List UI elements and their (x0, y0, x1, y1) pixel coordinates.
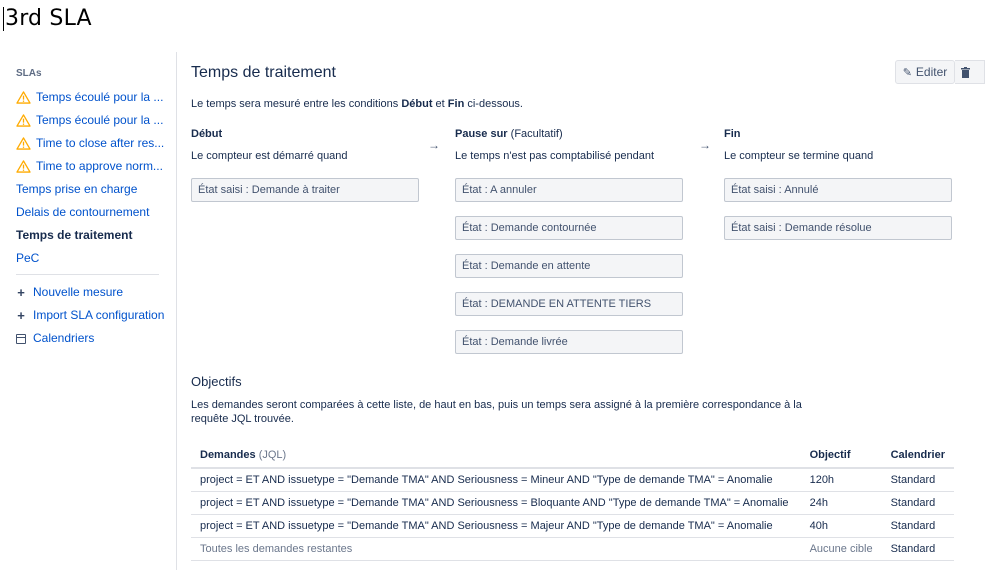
sidebar-item-sla-4[interactable]: Time to approve norm... (16, 155, 171, 178)
new-measure-label: Nouvelle mesure (33, 285, 124, 299)
sidebar-heading: SLAs (16, 68, 42, 79)
calendar-value: Standard (881, 491, 954, 515)
trash-icon (961, 66, 970, 78)
col-header-requests: Demandes (JQL) (191, 442, 801, 469)
sidebar-item-label: Delais de contournement (16, 205, 150, 219)
sidebar-item-sla-7-active[interactable]: Temps de traitement (16, 224, 171, 247)
sidebar-item-label: Time to close after res... (36, 136, 165, 150)
jql-query: project = ET AND issuetype = "Demande TM… (191, 514, 801, 538)
sidebar-item-label: Time to approve norm... (36, 159, 163, 173)
text-cursor (3, 7, 4, 31)
calendars-link[interactable]: Calendriers (16, 327, 171, 350)
objectives-table: Demandes (JQL) Objectif Calendrier proje… (191, 442, 954, 561)
document-title: 3rd SLA (3, 6, 92, 31)
calendar-value: Standard (881, 468, 954, 492)
sidebar-item-label: Temps prise en charge (16, 182, 138, 196)
goal-value: 40h (800, 514, 882, 538)
jql-query: Toutes les demandes restantes (191, 537, 801, 561)
pause-subtitle: Le temps n'est pas comptabilisé pendant (455, 150, 654, 162)
plus-icon: + (17, 285, 25, 300)
import-sla-config-link[interactable]: + Import SLA configuration (16, 304, 171, 327)
sidebar-item-sla-6[interactable]: Delais de contournement (16, 201, 171, 224)
objectives-title: Objectifs (191, 374, 242, 389)
calendars-label: Calendriers (33, 331, 95, 345)
stop-condition: État saisi : Annulé (724, 178, 952, 202)
start-column: Début Le compteur est démarré quand État… (191, 128, 419, 202)
objectives-description: Les demandes seront comparées à cette li… (191, 399, 802, 425)
goal-value: Aucune cible (800, 537, 882, 561)
table-row: project = ET AND issuetype = "Demande TM… (191, 491, 954, 515)
plus-icon: + (17, 308, 25, 323)
import-sla-config-label: Import SLA configuration (33, 308, 165, 322)
table-row: project = ET AND issuetype = "Demande TM… (191, 514, 954, 538)
page-title: Temps de traitement (191, 64, 336, 81)
intro-text: Le temps sera mesuré entre les condition… (191, 98, 523, 110)
stop-column: Fin Le compteur se termine quand État sa… (724, 128, 952, 240)
sidebar-item-sla-5[interactable]: Temps prise en charge (16, 178, 171, 201)
col-header-goal: Objectif (800, 442, 882, 469)
edit-button[interactable]: ✎ Editer (895, 60, 955, 84)
sidebar-item-label: Temps de traitement (16, 228, 133, 242)
edit-button-label: Editer (915, 65, 948, 79)
warning-icon (16, 91, 31, 104)
pause-condition: État : Demande en attente (455, 254, 683, 278)
jql-query: project = ET AND issuetype = "Demande TM… (191, 468, 801, 492)
stop-subtitle: Le compteur se termine quand (724, 150, 874, 162)
warning-icon (16, 114, 31, 127)
calendar-value: Standard (881, 537, 954, 561)
pause-condition: État : A annuler (455, 178, 683, 202)
pause-condition: État : Demande livrée (455, 330, 683, 354)
goal-value: 24h (800, 491, 882, 515)
sidebar-divider (16, 274, 159, 275)
col-header-calendar: Calendrier (881, 442, 954, 469)
calendar-value: Standard (881, 514, 954, 538)
table-row: project = ET AND issuetype = "Demande TM… (191, 468, 954, 492)
jql-query: project = ET AND issuetype = "Demande TM… (191, 491, 801, 515)
pause-title: Pause sur (Facultatif) (455, 128, 563, 140)
sidebar-item-sla-2[interactable]: Temps écoulé pour la ... (16, 109, 171, 132)
new-measure-link[interactable]: + Nouvelle mesure (16, 281, 171, 304)
sidebar-item-label: PeC (16, 251, 40, 265)
stop-title: Fin (724, 128, 741, 140)
table-header-row: Demandes (JQL) Objectif Calendrier (191, 442, 954, 469)
sidebar-divider-vertical (176, 52, 177, 570)
warning-icon (16, 137, 31, 150)
sla-sidebar: SLAs Temps écoulé pour la ... Temps écou… (16, 60, 171, 350)
table-row: Toutes les demandes restantes Aucune cib… (191, 537, 954, 561)
pencil-icon: ✎ (902, 66, 912, 79)
sidebar-item-sla-8[interactable]: PeC (16, 247, 171, 270)
arrow-icon: → (699, 138, 711, 152)
calendar-icon (16, 333, 26, 344)
goal-value: 120h (800, 468, 882, 492)
start-title: Début (191, 128, 223, 140)
warning-icon (16, 160, 31, 173)
start-subtitle: Le compteur est démarré quand (191, 150, 348, 162)
sidebar-item-label: Temps écoulé pour la ... (36, 90, 164, 104)
delete-button[interactable] (955, 60, 985, 84)
pause-condition: État : Demande contournée (455, 216, 683, 240)
pause-column: Pause sur (Facultatif) Le temps n'est pa… (455, 128, 683, 354)
arrow-icon: → (428, 138, 440, 152)
sidebar-item-sla-1[interactable]: Temps écoulé pour la ... (16, 86, 171, 109)
start-condition: État saisi : Demande à traiter (191, 178, 419, 202)
sidebar-item-sla-3[interactable]: Time to close after res... (16, 132, 171, 155)
sidebar-item-label: Temps écoulé pour la ... (36, 113, 164, 127)
pause-condition: État : DEMANDE EN ATTENTE TIERS (455, 292, 683, 316)
stop-condition: État saisi : Demande résolue (724, 216, 952, 240)
